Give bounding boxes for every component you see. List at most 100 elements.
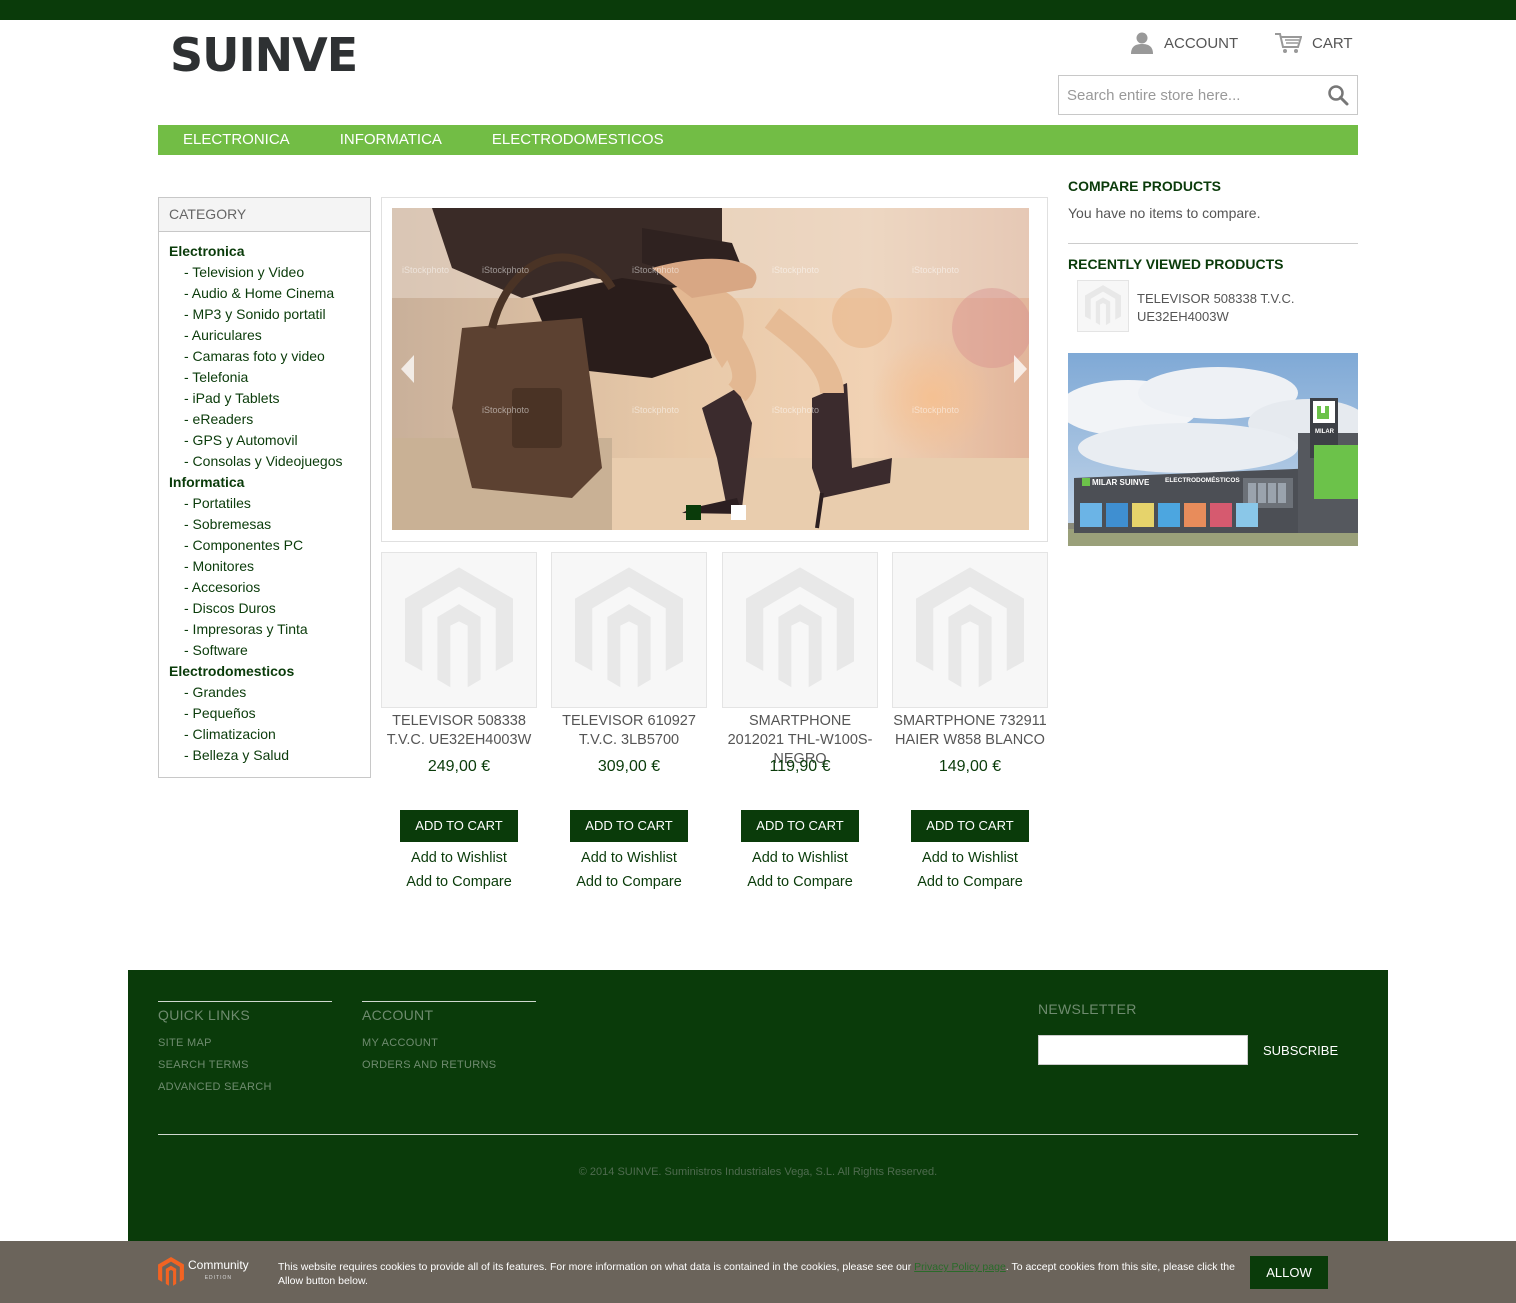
category-item[interactable]: - Belleza y Salud [169,745,360,766]
product-name[interactable]: SMARTPHONE 732911 HAIER W858 BLANCO [892,712,1048,750]
footer-quick-links: QUICK LINKS SITE MAP SEARCH TERMS ADVANC… [158,1001,332,1093]
store-banner-image[interactable]: MILAR SUINVE ELECTRODOMÉSTICOS MILAR [1068,353,1358,546]
cookie-text-before: This website requires cookies to provide… [278,1261,915,1273]
slider-dot-1[interactable] [686,505,701,520]
add-to-compare-link[interactable]: Add to Compare [892,874,1048,890]
account-link[interactable]: ACCOUNT [1130,32,1238,54]
category-item[interactable]: - Sobremesas [169,514,360,535]
search-box [1058,75,1358,115]
sidebar-divider [1068,243,1358,244]
search-icon[interactable] [1327,84,1349,106]
product-card: TELEVISOR 508338 T.V.C. UE32EH4003W 249,… [381,552,537,890]
magento-community-logo: Community EDITION [158,1257,249,1287]
product-card: TELEVISOR 610927 T.V.C. 3LB5700 309,00 €… [551,552,707,890]
add-to-cart-button[interactable]: ADD TO CART [570,810,688,842]
category-item[interactable]: - Telefonia [169,367,360,388]
recent-product-thumbnail[interactable] [1077,280,1129,332]
category-item[interactable]: - Television y Video [169,262,360,283]
product-card: SMARTPHONE 2012021 THL-W100S-NEGRO 119,9… [722,552,878,890]
banner-slider: iStockphoto iStockphoto iStockphoto iSto… [381,197,1048,542]
allow-cookies-button[interactable]: ALLOW [1250,1256,1328,1289]
add-to-cart-button[interactable]: ADD TO CART [400,810,518,842]
category-item[interactable]: - Pequeños [169,703,360,724]
category-electronica[interactable]: Electronica [169,241,360,262]
watermark-text: iStockphoto [402,265,449,275]
cart-label: CART [1312,34,1353,52]
category-item[interactable]: - MP3 y Sonido portatil [169,304,360,325]
top-bar [0,0,1516,20]
product-name[interactable]: TELEVISOR 508338 T.V.C. UE32EH4003W [381,712,537,750]
add-to-compare-link[interactable]: Add to Compare [381,874,537,890]
main-nav: ELECTRONICA INFORMATICA ELECTRODOMESTICO… [158,125,1358,155]
footer-quick-links-title: QUICK LINKS [158,1007,250,1023]
footer-link-site-map[interactable]: SITE MAP [158,1037,332,1049]
footer-link-advanced-search[interactable]: ADVANCED SEARCH [158,1081,332,1093]
magento-placeholder-icon [405,567,513,693]
add-to-cart-button[interactable]: ADD TO CART [741,810,859,842]
newsletter-title: NEWSLETTER [1038,1001,1137,1017]
search-input[interactable] [1059,76,1319,114]
magento-placeholder-icon [746,567,854,693]
magento-placeholder-icon [916,567,1024,693]
footer-link-my-account[interactable]: MY ACCOUNT [362,1037,536,1049]
category-item[interactable]: - GPS y Automovil [169,430,360,451]
add-to-wishlist-link[interactable]: Add to Wishlist [722,850,878,866]
add-to-compare-link[interactable]: Add to Compare [722,874,878,890]
add-to-wishlist-link[interactable]: Add to Wishlist [892,850,1048,866]
category-item[interactable]: - Software [169,640,360,661]
footer-link-orders-returns[interactable]: ORDERS AND RETURNS [362,1059,536,1071]
category-informatica[interactable]: Informatica [169,472,360,493]
category-item[interactable]: - Auriculares [169,325,360,346]
slide-image[interactable]: iStockphoto iStockphoto iStockphoto iSto… [392,208,1029,530]
footer: QUICK LINKS SITE MAP SEARCH TERMS ADVANC… [128,970,1388,1241]
category-item[interactable]: - Componentes PC [169,535,360,556]
add-to-cart-button[interactable]: ADD TO CART [911,810,1029,842]
site-logo[interactable]: SUINVE [170,28,358,82]
cart-link[interactable]: CART [1274,32,1353,54]
product-name[interactable]: TELEVISOR 610927 T.V.C. 3LB5700 [551,712,707,750]
add-to-compare-link[interactable]: Add to Compare [551,874,707,890]
watermark-text: iStockphoto [912,405,959,415]
category-item[interactable]: - Consolas y Videojuegos [169,451,360,472]
store-sign-text: ELECTRODOMÉSTICOS [1165,475,1240,484]
product-image[interactable] [551,552,707,708]
footer-link-search-terms[interactable]: SEARCH TERMS [158,1059,332,1071]
category-item[interactable]: - Grandes [169,682,360,703]
watermark-text: iStockphoto [912,265,959,275]
category-item[interactable]: - iPad y Tablets [169,388,360,409]
category-item[interactable]: - Audio & Home Cinema [169,283,360,304]
category-item[interactable]: - Discos Duros [169,598,360,619]
nav-item-electrodomesticos[interactable]: ELECTRODOMESTICOS [467,125,689,155]
category-item[interactable]: - Impresoras y Tinta [169,619,360,640]
store-sign-text: MILAR SUINVE [1092,478,1150,487]
recent-product-name[interactable]: TELEVISOR 508338 T.V.C. UE32EH4003W [1137,290,1347,326]
product-image[interactable] [892,552,1048,708]
product-image[interactable] [381,552,537,708]
magento-placeholder-icon [575,567,683,693]
category-item[interactable]: - Monitores [169,556,360,577]
slider-prev-arrow-icon[interactable] [401,355,415,383]
slider-next-arrow-icon[interactable] [1013,355,1027,383]
product-image[interactable] [722,552,878,708]
add-to-wishlist-link[interactable]: Add to Wishlist [551,850,707,866]
nav-item-electronica[interactable]: ELECTRONICA [158,125,315,155]
cart-icon [1275,33,1302,53]
category-item[interactable]: - eReaders [169,409,360,430]
category-item[interactable]: - Camaras foto y video [169,346,360,367]
category-item[interactable]: - Accesorios [169,577,360,598]
slider-dot-2[interactable] [731,505,746,520]
magento-placeholder-icon [1085,285,1121,327]
compare-empty-text: You have no items to compare. [1068,205,1261,221]
subscribe-button[interactable]: SUBSCRIBE [1263,1043,1338,1058]
newsletter-email-input[interactable] [1038,1035,1248,1065]
category-item[interactable]: - Portatiles [169,493,360,514]
privacy-policy-link[interactable]: Privacy Policy page [914,1261,1006,1273]
footer-account-title: ACCOUNT [362,1007,434,1023]
product-name[interactable]: SMARTPHONE 2012021 THL-W100S-NEGRO [722,712,878,767]
category-electrodomesticos[interactable]: Electrodomesticos [169,661,360,682]
nav-item-informatica[interactable]: INFORMATICA [315,125,467,155]
category-item[interactable]: - Climatizacion [169,724,360,745]
add-to-wishlist-link[interactable]: Add to Wishlist [381,850,537,866]
watermark-text: iStockphoto [482,265,529,275]
watermark-text: iStockphoto [632,405,679,415]
